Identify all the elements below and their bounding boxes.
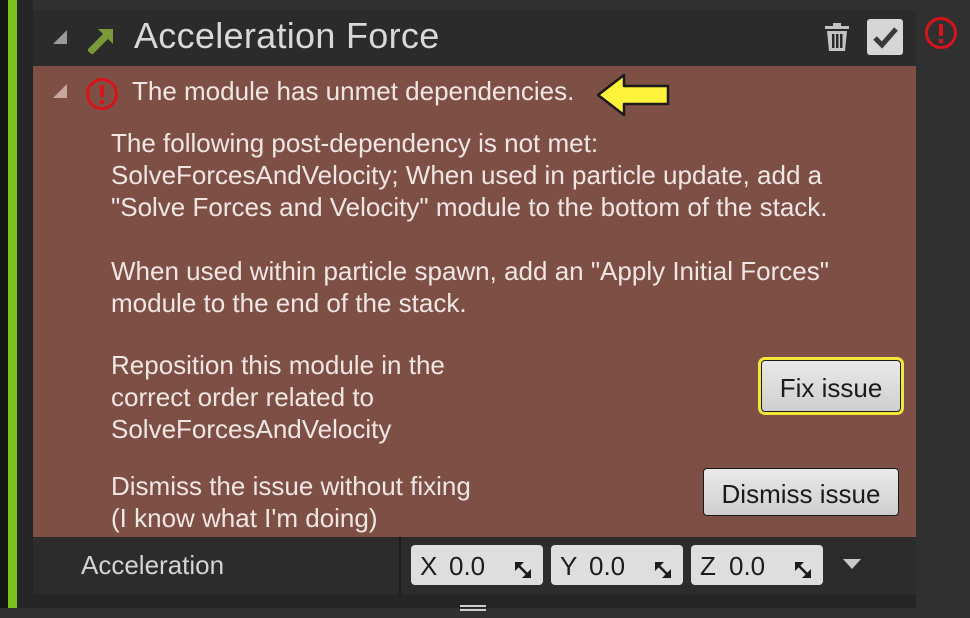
module-color-accent bbox=[8, 0, 17, 608]
z-axis-label: Z bbox=[700, 551, 716, 581]
collapse-triangle-icon[interactable] bbox=[51, 28, 69, 51]
x-value-field[interactable]: X 0.0 bbox=[411, 545, 543, 585]
error-icon bbox=[85, 77, 119, 116]
z-value: 0.0 bbox=[729, 551, 766, 581]
y-value-field[interactable]: Y 0.0 bbox=[551, 545, 683, 585]
module-color-bar bbox=[0, 0, 17, 608]
fix-issue-button[interactable]: Fix issue bbox=[758, 357, 904, 415]
y-axis-label: Y bbox=[560, 551, 578, 581]
property-row-acceleration: Acceleration X 0.0 Y 0.0 Z 0.0 bbox=[33, 537, 916, 594]
resize-arrows-icon[interactable] bbox=[793, 556, 813, 587]
pointer-arrow-icon bbox=[594, 71, 672, 124]
z-value-field[interactable]: Z 0.0 bbox=[691, 545, 823, 585]
property-label: Acceleration bbox=[81, 550, 225, 580]
x-axis-label: X bbox=[420, 551, 438, 581]
issue-description: The following post-dependency is not met… bbox=[111, 128, 828, 222]
module-enabled-checkbox[interactable] bbox=[867, 19, 903, 55]
issue-panel: The module has unmet dependencies. The f… bbox=[33, 66, 916, 537]
fix-description: Reposition this module in the correct or… bbox=[111, 350, 445, 444]
module-arrow-icon bbox=[87, 24, 118, 59]
x-value: 0.0 bbox=[449, 551, 486, 581]
dismiss-issue-button[interactable]: Dismiss issue bbox=[703, 468, 899, 516]
chevron-down-icon[interactable] bbox=[841, 557, 863, 576]
trash-icon[interactable] bbox=[823, 22, 851, 57]
y-value: 0.0 bbox=[589, 551, 626, 581]
error-icon bbox=[924, 16, 958, 55]
column-divider[interactable] bbox=[399, 537, 401, 594]
module-header[interactable]: Acceleration Force bbox=[33, 10, 916, 66]
issue-summary: The module has unmet dependencies. bbox=[132, 76, 575, 106]
resize-arrows-icon[interactable] bbox=[653, 556, 673, 587]
stack-gutter bbox=[17, 0, 33, 608]
resize-arrows-icon[interactable] bbox=[513, 556, 533, 587]
collapse-triangle-icon[interactable] bbox=[51, 82, 69, 105]
checkmark-icon bbox=[873, 27, 898, 49]
dismiss-description: Dismiss the issue without fixing (I know… bbox=[111, 471, 471, 533]
issue-description-spawn: When used within particle spawn, add an … bbox=[111, 256, 829, 318]
panel-resize-handle[interactable] bbox=[460, 600, 486, 611]
module-title: Acceleration Force bbox=[134, 15, 440, 56]
